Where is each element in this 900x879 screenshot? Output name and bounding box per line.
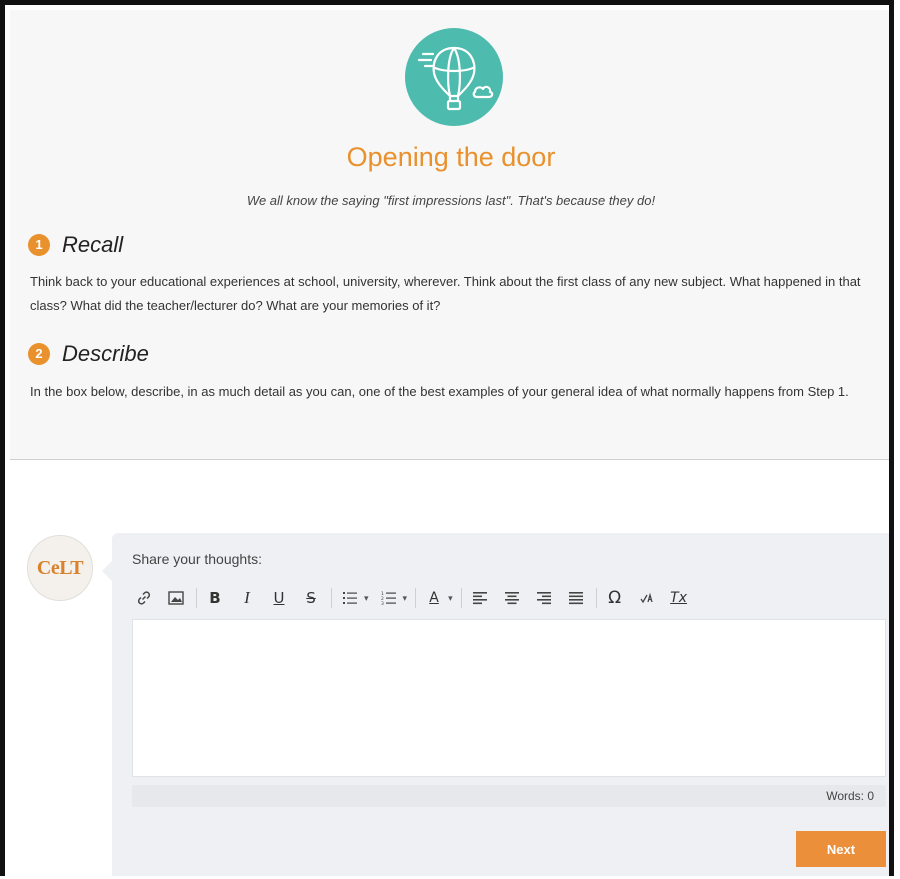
align-left-icon[interactable] [468, 586, 492, 610]
comment-box: Share your thoughts: B I U S ▾ 123 ▾ A ▾… [112, 533, 889, 876]
comment-editor[interactable] [132, 619, 886, 777]
bold-button[interactable]: B [203, 586, 227, 610]
link-icon[interactable] [132, 586, 156, 610]
step-2-number-badge: 2 [28, 343, 50, 365]
step-2-heading: 2 Describe [28, 341, 149, 367]
toolbar-separator [595, 588, 597, 608]
italic-button[interactable]: I [235, 586, 259, 610]
bulleted-list-icon[interactable] [338, 586, 362, 610]
special-character-button[interactable]: Ω [603, 586, 627, 610]
toolbar-separator [415, 588, 417, 608]
toolbar-separator [196, 588, 197, 608]
justify-icon[interactable] [564, 586, 588, 610]
chevron-down-icon[interactable]: ▾ [403, 593, 408, 604]
page-subtitle: We all know the saying "first impression… [246, 193, 656, 208]
editor-toolbar: B I U S ▾ 123 ▾ A ▾ Ω Tx [132, 581, 886, 615]
celt-logo: CeLT [36, 556, 84, 579]
step-1-label: Recall [62, 232, 124, 257]
clear-formatting-button[interactable]: Tx [667, 586, 691, 610]
strikethrough-button[interactable]: S [299, 586, 323, 610]
next-button[interactable]: Next [796, 831, 886, 867]
step-1-text: Think back to your educational experienc… [30, 274, 861, 313]
chevron-down-icon[interactable]: ▾ [364, 593, 369, 604]
hot-air-balloon-icon [405, 28, 503, 126]
svg-text:3: 3 [381, 601, 384, 605]
step-1-number-badge: 1 [28, 234, 50, 256]
chevron-down-icon[interactable]: ▾ [448, 593, 453, 604]
avatar: CeLT [27, 535, 93, 601]
word-count: Words: 0 [826, 789, 874, 803]
toolbar-separator [331, 588, 332, 608]
step-1-heading: 1 Recall [28, 232, 123, 258]
activity-intro-panel: Opening the door We all know the saying … [10, 10, 889, 460]
spellcheck-icon[interactable] [635, 586, 659, 610]
step-2-label: Describe [62, 341, 149, 366]
comment-bubble-tip [102, 561, 112, 581]
step-2-text: In the box below, describe, in as much d… [30, 384, 849, 399]
page-title: Opening the door [346, 142, 556, 172]
numbered-list-icon[interactable]: 123 [377, 586, 401, 610]
app-frame: Opening the door We all know the saying … [0, 0, 894, 876]
align-center-icon[interactable] [500, 586, 524, 610]
share-thoughts-label: Share your thoughts: [132, 551, 262, 567]
align-right-icon[interactable] [532, 586, 556, 610]
editor-status-bar: Words: 0 [132, 785, 886, 807]
toolbar-separator [460, 588, 462, 608]
underline-button[interactable]: U [267, 586, 291, 610]
image-icon[interactable] [164, 586, 188, 610]
text-color-button[interactable]: A [422, 586, 446, 610]
